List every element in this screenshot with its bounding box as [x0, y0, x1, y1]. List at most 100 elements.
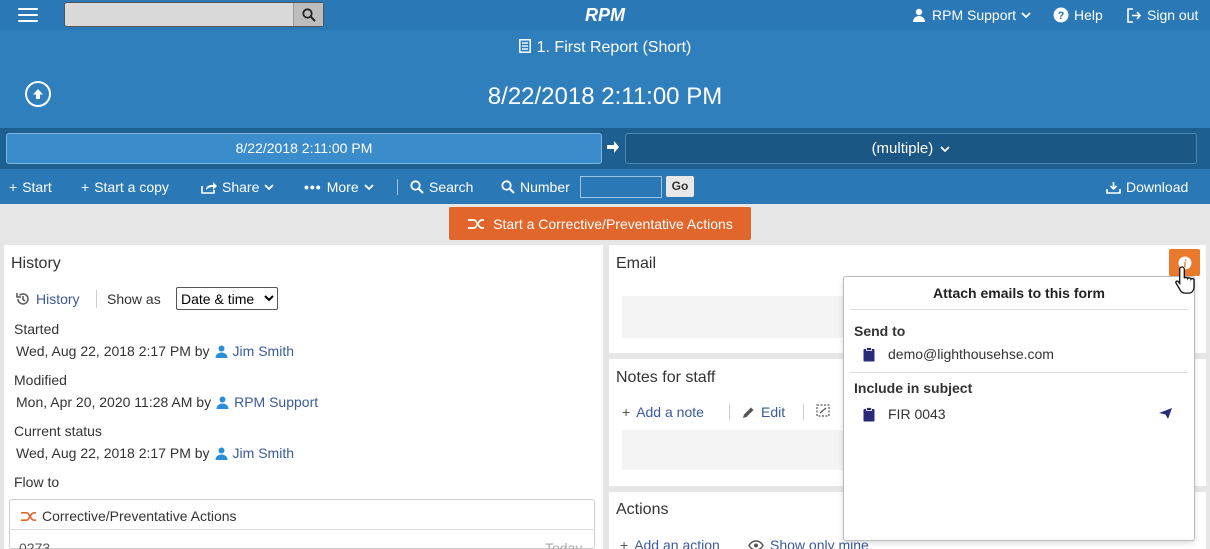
user-menu[interactable]: RPM Support	[912, 7, 1031, 23]
start-button[interactable]: + Start	[9, 179, 52, 195]
download-button[interactable]: Download	[1106, 179, 1188, 195]
add-note-button[interactable]: + Add a note	[622, 404, 704, 420]
global-search[interactable]	[64, 2, 324, 27]
more-label: More	[326, 179, 359, 195]
history-link[interactable]: History	[16, 291, 80, 307]
chevron-down-icon	[363, 184, 374, 191]
share-label: Share	[222, 179, 260, 195]
flow-card-header: Corrective/Preventative Actions	[20, 508, 237, 524]
resize-icon	[816, 404, 830, 417]
download-label: Download	[1126, 179, 1189, 195]
start-capa-label: Start a Corrective/Preventative Actions	[493, 215, 733, 232]
user-menu-label: RPM Support	[932, 7, 1017, 23]
number-input[interactable]	[580, 176, 662, 198]
start-copy-button[interactable]: + Start a copy	[81, 179, 169, 195]
person-icon	[215, 447, 228, 460]
status-by-link[interactable]: Jim Smith	[233, 445, 294, 461]
eye-icon	[748, 539, 764, 549]
chevron-down-icon	[1021, 12, 1031, 19]
start-capa-button[interactable]: Start a Corrective/Preventative Actions	[449, 207, 751, 240]
divider	[729, 404, 730, 420]
add-action-button[interactable]: + Add an action	[620, 537, 720, 549]
plus-icon: +	[620, 537, 629, 549]
help-icon: ?	[1053, 7, 1069, 23]
send-icon[interactable]	[1158, 407, 1173, 423]
flow-to-label: Flow to	[14, 474, 60, 490]
share-button[interactable]: Share	[201, 179, 274, 195]
user-icon	[913, 8, 925, 22]
started-by-link[interactable]: Jim Smith	[233, 343, 294, 359]
history-icon	[16, 293, 29, 305]
person-icon	[215, 345, 228, 358]
email-content-area	[622, 296, 852, 338]
send-to-value: demo@lighthousehse.com	[888, 346, 1054, 362]
top-bar: RPM RPM Support ? Help Sign out	[0, 0, 1210, 30]
edit-note-button[interactable]: Edit	[742, 404, 785, 420]
flow-row-number[interactable]: 0273	[19, 540, 50, 549]
date-range-bar: 8/22/2018 2:11:00 PM (multiple)	[0, 128, 1210, 169]
actions-title: Actions	[616, 501, 669, 518]
attach-emails-popover: Attach emails to this form Send to demo@…	[843, 276, 1195, 541]
help-link[interactable]: ? Help	[1053, 7, 1103, 23]
go-button[interactable]: Go	[666, 176, 694, 197]
signout-label: Sign out	[1147, 7, 1199, 23]
flow-row-date: Today	[545, 540, 583, 549]
notes-content-area	[622, 430, 852, 470]
svg-text:?: ?	[1058, 10, 1065, 22]
search-icon	[501, 180, 515, 194]
search-label: Search	[429, 179, 474, 195]
range-end-label: (multiple)	[871, 140, 934, 157]
show-as-label: Show as	[107, 291, 161, 307]
divider	[96, 290, 97, 308]
form-title: 1. First Report (Short)	[0, 39, 1210, 57]
search-icon	[410, 180, 424, 194]
started-row: Wed, Aug 22, 2018 2:17 PM by Jim Smith	[16, 343, 294, 359]
resize-button[interactable]	[816, 404, 830, 417]
add-note-label: Add a note	[636, 404, 704, 420]
form-title-text: 1. First Report (Short)	[536, 39, 692, 56]
plus-icon: +	[9, 179, 18, 195]
show-as-select[interactable]: Date & time	[176, 287, 278, 310]
modified-by-link[interactable]: RPM Support	[234, 394, 318, 410]
document-icon	[518, 39, 531, 53]
history-title: History	[11, 255, 61, 272]
chevron-down-icon	[940, 146, 951, 153]
search-button[interactable]: Search	[410, 179, 473, 195]
share-icon	[201, 181, 217, 194]
ellipsis-icon: •••	[304, 179, 322, 195]
status-value: Wed, Aug 22, 2018 2:17 PM by	[16, 445, 210, 461]
notes-title: Notes for staff	[616, 369, 716, 386]
start-copy-label: Start a copy	[94, 179, 169, 195]
flow-card-title: Corrective/Preventative Actions	[42, 508, 237, 524]
signout-link[interactable]: Sign out	[1126, 7, 1198, 23]
divider	[850, 372, 1188, 373]
chevron-down-icon	[264, 184, 274, 191]
download-icon	[1106, 181, 1121, 194]
popover-title: Attach emails to this form	[933, 285, 1105, 301]
toolbar-divider	[397, 179, 398, 195]
history-link-label: History	[36, 291, 80, 307]
plus-icon: +	[81, 179, 90, 195]
clipboard-icon	[863, 346, 875, 361]
range-start-selector[interactable]: 8/22/2018 2:11:00 PM	[6, 133, 602, 164]
divider	[803, 404, 804, 420]
range-end-selector[interactable]: (multiple)	[625, 133, 1197, 164]
form-toolbar: + Start + Start a copy Share ••• More Sear…	[0, 169, 1210, 204]
form-header: 1. First Report (Short) 8/22/2018 2:11:0…	[0, 30, 1210, 128]
menu-icon[interactable]	[18, 8, 38, 22]
help-label: Help	[1074, 7, 1103, 23]
divider	[850, 309, 1188, 310]
pointer-cursor-icon	[1174, 265, 1198, 302]
search-icon[interactable]	[293, 3, 323, 26]
subject-row[interactable]: FIR 0043	[863, 406, 946, 422]
start-label: Start	[22, 179, 52, 195]
send-to-row[interactable]: demo@lighthousehse.com	[863, 346, 1054, 362]
pencil-icon	[743, 407, 754, 418]
global-search-input[interactable]	[65, 3, 293, 26]
more-button[interactable]: ••• More	[304, 179, 374, 195]
flow-card[interactable]	[9, 499, 595, 549]
include-subject-label: Include in subject	[854, 380, 973, 396]
form-datetime: 8/22/2018 2:11:00 PM	[487, 83, 723, 110]
number-label: Number	[501, 179, 570, 195]
sign-out-icon	[1127, 7, 1142, 23]
